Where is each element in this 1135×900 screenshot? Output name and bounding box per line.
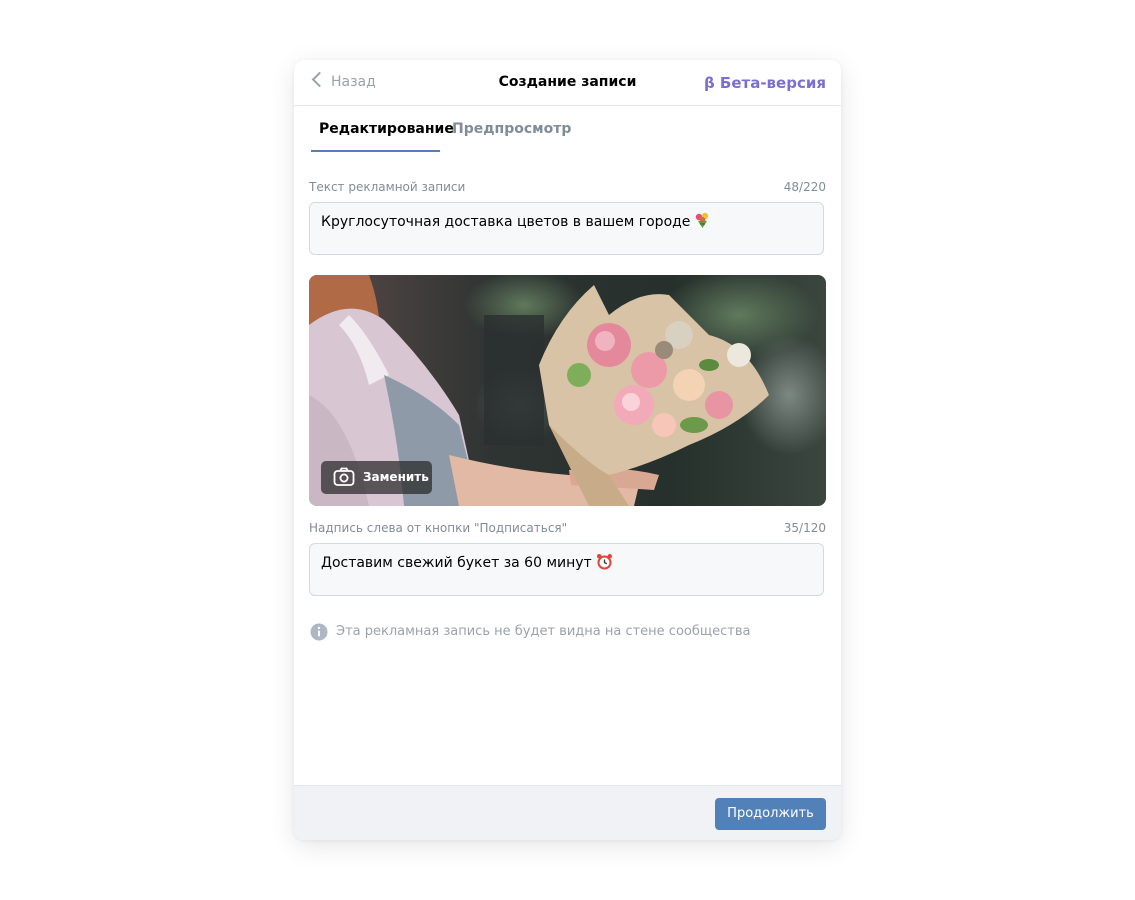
alarm-clock-emoji-icon [596,553,613,574]
caption-value: Доставим свежий букет за 60 минут [321,555,592,571]
continue-button[interactable]: Продолжить [715,798,826,830]
ad-text-value: Круглосуточная доставка цветов в вашем г… [321,214,691,230]
info-text: Эта рекламная запись не будет видна на с… [336,624,751,639]
ad-image: Заменить [309,275,826,506]
tab-editing[interactable]: Редактирование [319,121,454,137]
replace-image-label: Заменить [363,470,429,484]
create-post-card: Назад Создание записи β Бета-версия Реда… [294,60,841,840]
active-tab-indicator [311,150,440,152]
caption-counter: 35/120 [783,521,826,535]
tab-preview[interactable]: Предпросмотр [452,121,571,137]
ad-text-counter: 48/220 [783,180,826,194]
info-icon [310,623,328,645]
replace-image-button[interactable]: Заменить [321,461,432,494]
beta-badge[interactable]: β Бета-версия [704,74,826,92]
camera-icon [333,467,355,490]
footer-bar: Продолжить [294,785,841,840]
header: Назад Создание записи β Бета-версия [294,60,841,106]
caption-input[interactable]: Доставим свежий букет за 60 минут [309,543,824,596]
caption-label: Надпись слева от кнопки "Подписаться" [309,521,568,535]
ad-text-label: Текст рекламной записи [309,180,466,194]
ad-text-input[interactable]: Круглосуточная доставка цветов в вашем г… [309,202,824,255]
bouquet-emoji-icon [694,212,711,233]
